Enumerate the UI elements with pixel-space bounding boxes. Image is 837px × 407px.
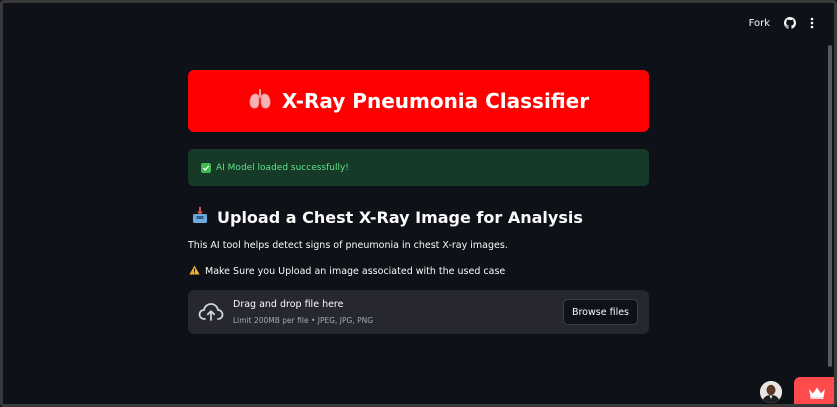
warning-message: Make Sure you Upload an image associated…: [188, 265, 649, 278]
streamlit-badge[interactable]: [794, 377, 834, 404]
warning-text: Make Sure you Upload an image associated…: [205, 266, 506, 277]
title-banner: X-Ray Pneumonia Classifier: [188, 70, 649, 132]
warning-icon: [189, 265, 200, 278]
lungs-icon: [248, 88, 272, 114]
user-avatar[interactable]: [760, 381, 782, 403]
fork-button[interactable]: Fork: [749, 18, 770, 29]
file-limit-text: Limit 200MB per file • JPEG, JPG, PNG: [233, 316, 374, 325]
check-box-icon: [201, 162, 211, 173]
upload-heading: Upload a Chest X-Ray Image for Analysis: [217, 207, 583, 227]
success-alert: AI Model loaded successfully!: [188, 149, 649, 186]
inbox-tray-icon: [191, 206, 209, 228]
crown-icon: [808, 384, 826, 403]
github-icon[interactable]: [784, 17, 796, 29]
scrollbar[interactable]: [828, 45, 832, 367]
upload-section-header: Upload a Chest X-Ray Image for Analysis: [188, 206, 649, 228]
description-text: This AI tool helps detect signs of pneum…: [188, 240, 508, 251]
browse-files-button[interactable]: Browse files: [562, 299, 638, 325]
kebab-menu-icon[interactable]: [810, 17, 814, 29]
main-content: X-Ray Pneumonia Classifier AI Model load…: [188, 70, 649, 334]
app-window: Fork X-Ray Pneumonia Classifier AI Model…: [0, 0, 837, 407]
cloud-upload-icon: [198, 302, 224, 326]
page-title: X-Ray Pneumonia Classifier: [281, 89, 590, 113]
success-text: AI Model loaded successfully!: [216, 162, 349, 173]
file-uploader-dropzone[interactable]: Drag and drop file here Limit 200MB per …: [188, 290, 649, 334]
toolbar: Fork: [749, 17, 814, 29]
drag-drop-text: Drag and drop file here: [233, 299, 344, 310]
